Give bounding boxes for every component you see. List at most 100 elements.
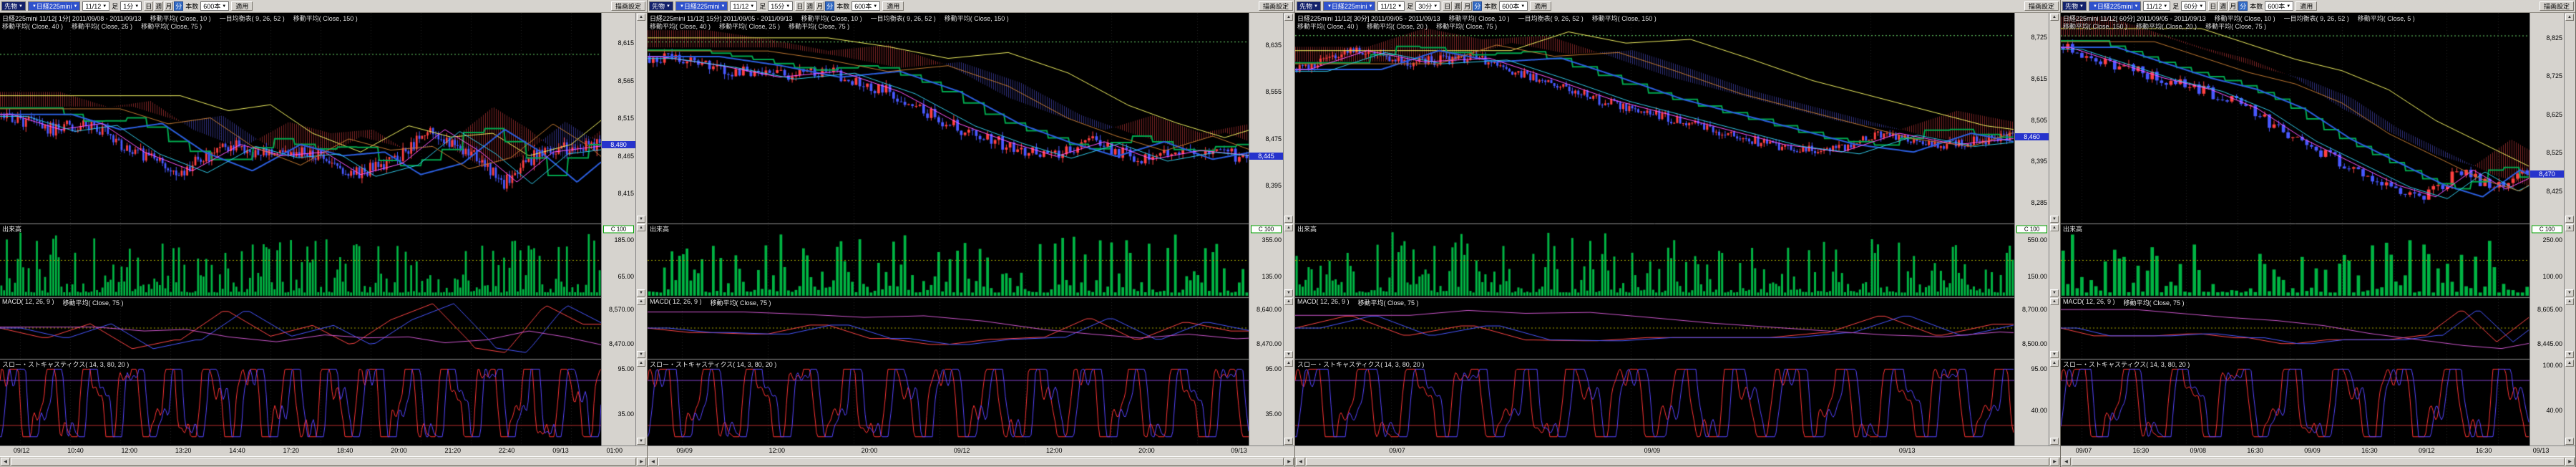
- chart-canvas[interactable]: [648, 13, 1249, 446]
- timeframe-button[interactable]: 分: [2238, 1, 2248, 11]
- scroll-up-icon[interactable]: ▲: [2565, 14, 2574, 21]
- vertical-scrollbar[interactable]: ▲▼▲▼▲▼▲▼: [635, 13, 647, 446]
- chart-canvas[interactable]: [2061, 13, 2529, 446]
- scroll-down-icon[interactable]: ▼: [637, 438, 645, 445]
- timeframe-button[interactable]: 月: [164, 1, 173, 11]
- scroll-left-icon[interactable]: ◀: [1296, 458, 1305, 466]
- symbol-select[interactable]: ▼ 日経225mini ▼: [1323, 1, 1375, 11]
- scroll-down-icon[interactable]: ▼: [2050, 438, 2059, 445]
- timeframe-select[interactable]: 60分 ▼: [2181, 1, 2206, 11]
- scroll-thumb[interactable]: [2072, 458, 2565, 466]
- timeframe-select[interactable]: 1分 ▼: [120, 1, 142, 11]
- market-select[interactable]: 先物 ▼: [2062, 1, 2087, 11]
- bar-count-input[interactable]: 600本 ▼: [2265, 1, 2293, 11]
- scroll-up-icon[interactable]: ▲: [637, 14, 645, 21]
- scroll-left-icon[interactable]: ◀: [1, 458, 10, 466]
- horizontal-scrollbar[interactable]: ◀ ▶: [0, 456, 647, 467]
- timeframe-button[interactable]: 週: [1453, 1, 1462, 11]
- scroll-thumb[interactable]: [1306, 458, 2049, 466]
- draw-settings-button[interactable]: 描画設定: [2024, 1, 2059, 11]
- scroll-down-icon[interactable]: ▼: [637, 289, 645, 297]
- scroll-up-icon[interactable]: ▲: [1284, 224, 1293, 231]
- timeframe-button[interactable]: 週: [154, 1, 163, 11]
- chart-plot-area[interactable]: 日経225mini 11/12[ 60分] 2011/09/05 - 2011/…: [2061, 13, 2529, 446]
- timeframe-button[interactable]: 日: [795, 1, 804, 11]
- scroll-down-icon[interactable]: ▼: [637, 351, 645, 358]
- scroll-up-icon[interactable]: ▲: [2050, 224, 2059, 231]
- scroll-up-icon[interactable]: ▲: [1284, 360, 1293, 367]
- scroll-up-icon[interactable]: ▲: [2565, 298, 2574, 305]
- vertical-scrollbar[interactable]: ▲▼▲▼▲▼▲▼: [2564, 13, 2575, 446]
- scroll-down-icon[interactable]: ▼: [2565, 351, 2574, 358]
- scroll-left-icon[interactable]: ◀: [2062, 458, 2071, 466]
- timeframe-button[interactable]: 月: [1463, 1, 1472, 11]
- scroll-down-icon[interactable]: ▼: [637, 216, 645, 223]
- market-select[interactable]: 先物 ▼: [649, 1, 673, 11]
- scroll-right-icon[interactable]: ▶: [1284, 458, 1294, 466]
- draw-settings-button[interactable]: 描画設定: [1259, 1, 1293, 11]
- scroll-down-icon[interactable]: ▼: [1284, 351, 1293, 358]
- horizontal-scrollbar[interactable]: ◀ ▶: [2061, 456, 2575, 467]
- chart-canvas[interactable]: [1295, 13, 2014, 446]
- timeframe-button[interactable]: 分: [174, 1, 183, 11]
- horizontal-scrollbar[interactable]: ◀ ▶: [648, 456, 1294, 467]
- timeframe-button[interactable]: 分: [825, 1, 834, 11]
- timeframe-select[interactable]: 30分 ▼: [1415, 1, 1440, 11]
- chart-plot-area[interactable]: 日経225mini 11/12[ 30分] 2011/09/05 - 2011/…: [1295, 13, 2014, 446]
- scroll-up-icon[interactable]: ▲: [1284, 14, 1293, 21]
- scroll-thumb[interactable]: [11, 458, 636, 466]
- market-select[interactable]: 先物 ▼: [1297, 1, 1321, 11]
- contract-month-select[interactable]: 11/12 ▼: [2143, 1, 2170, 11]
- vertical-scrollbar[interactable]: ▲▼▲▼▲▼▲▼: [1283, 13, 1294, 446]
- scroll-right-icon[interactable]: ▶: [637, 458, 646, 466]
- bar-count-input[interactable]: 600本 ▼: [1499, 1, 1528, 11]
- timeframe-button[interactable]: 分: [1473, 1, 1482, 11]
- scroll-down-icon[interactable]: ▼: [2565, 289, 2574, 297]
- scroll-down-icon[interactable]: ▼: [2565, 438, 2574, 445]
- timeframe-button[interactable]: 日: [2208, 1, 2218, 11]
- bar-count-input[interactable]: 600本 ▼: [852, 1, 880, 11]
- apply-button[interactable]: 適用: [231, 1, 253, 11]
- chart-canvas[interactable]: [0, 13, 601, 446]
- scroll-up-icon[interactable]: ▲: [2050, 360, 2059, 367]
- timeframe-button[interactable]: 日: [1443, 1, 1452, 11]
- symbol-select[interactable]: ▼ 日経225mini ▼: [2089, 1, 2141, 11]
- apply-button[interactable]: 適用: [2296, 1, 2317, 11]
- contract-month-select[interactable]: 11/12 ▼: [1377, 1, 1405, 11]
- vertical-scrollbar[interactable]: ▲▼▲▼▲▼▲▼: [2049, 13, 2060, 446]
- scroll-up-icon[interactable]: ▲: [2565, 224, 2574, 231]
- scroll-up-icon[interactable]: ▲: [637, 224, 645, 231]
- timeframe-button[interactable]: 週: [805, 1, 814, 11]
- horizontal-scrollbar[interactable]: ◀ ▶: [1295, 456, 2060, 467]
- scroll-up-icon[interactable]: ▲: [2050, 298, 2059, 305]
- symbol-select[interactable]: ▼ 日経225mini ▼: [28, 1, 80, 11]
- timeframe-button[interactable]: 月: [815, 1, 824, 11]
- scroll-up-icon[interactable]: ▲: [1284, 298, 1293, 305]
- chart-plot-area[interactable]: 日経225mini 11/12[ 1分] 2011/09/08 - 2011/0…: [0, 13, 601, 446]
- scroll-down-icon[interactable]: ▼: [2050, 351, 2059, 358]
- scroll-down-icon[interactable]: ▼: [1284, 216, 1293, 223]
- timeframe-button[interactable]: 日: [144, 1, 153, 11]
- scroll-right-icon[interactable]: ▶: [2565, 458, 2575, 466]
- scroll-up-icon[interactable]: ▲: [637, 298, 645, 305]
- contract-month-select[interactable]: 11/12 ▼: [730, 1, 757, 11]
- scroll-down-icon[interactable]: ▼: [2565, 216, 2574, 223]
- timeframe-select[interactable]: 15分 ▼: [768, 1, 793, 11]
- draw-settings-button[interactable]: 描画設定: [611, 1, 645, 11]
- chart-plot-area[interactable]: 日経225mini 11/12[ 15分] 2011/09/05 - 2011/…: [648, 13, 1249, 446]
- scroll-right-icon[interactable]: ▶: [2050, 458, 2059, 466]
- apply-button[interactable]: 適用: [882, 1, 904, 11]
- timeframe-button[interactable]: 月: [2228, 1, 2238, 11]
- scroll-left-icon[interactable]: ◀: [648, 458, 658, 466]
- scroll-down-icon[interactable]: ▼: [2050, 216, 2059, 223]
- bar-count-input[interactable]: 600本 ▼: [200, 1, 229, 11]
- apply-button[interactable]: 適用: [1530, 1, 1551, 11]
- contract-month-select[interactable]: 11/12 ▼: [82, 1, 109, 11]
- scroll-up-icon[interactable]: ▲: [2565, 360, 2574, 367]
- draw-settings-button[interactable]: 描画設定: [2540, 1, 2574, 11]
- scroll-up-icon[interactable]: ▲: [2050, 14, 2059, 21]
- market-select[interactable]: 先物 ▼: [1, 1, 26, 11]
- timeframe-button[interactable]: 週: [2218, 1, 2228, 11]
- scroll-down-icon[interactable]: ▼: [1284, 438, 1293, 445]
- scroll-up-icon[interactable]: ▲: [637, 360, 645, 367]
